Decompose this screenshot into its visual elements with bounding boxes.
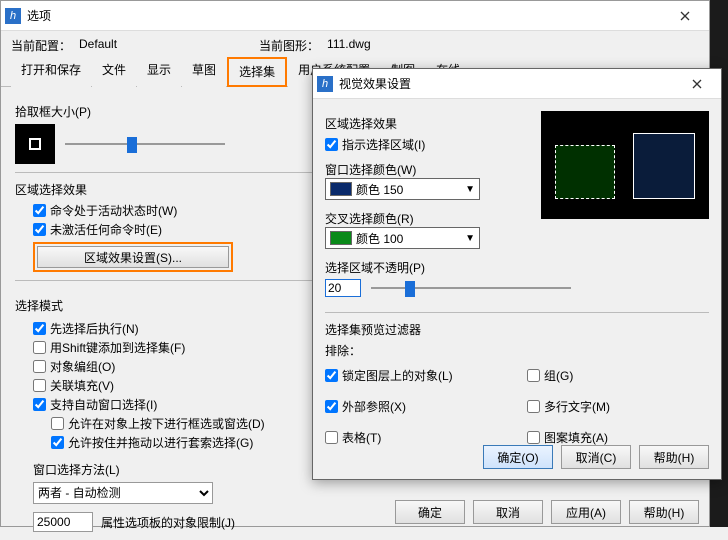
- config-value: Default: [79, 37, 259, 54]
- help-button[interactable]: 帮助(H): [629, 500, 699, 524]
- window-preview-box: [633, 133, 695, 199]
- cross-color-select[interactable]: 颜色 100 ▼: [325, 227, 480, 249]
- close-button[interactable]: [665, 2, 705, 30]
- popup-close-button[interactable]: [677, 70, 717, 98]
- chevron-down-icon: ▼: [465, 233, 475, 244]
- pickbox-slider[interactable]: [65, 134, 225, 154]
- opacity-slider[interactable]: [371, 278, 571, 298]
- tab-draft[interactable]: 草图: [182, 57, 226, 87]
- tab-selection[interactable]: 选择集: [227, 57, 287, 87]
- opacity-label: 选择区域不透明(P): [325, 259, 709, 276]
- popup-cancel-button[interactable]: 取消(C): [561, 445, 631, 469]
- tab-file[interactable]: 文件: [92, 57, 136, 87]
- tab-open-save[interactable]: 打开和保存: [11, 57, 91, 87]
- popup-body: 区域选择效果 指示选择区域(I) 窗口选择颜色(W) 颜色 150 ▼ 交叉选择…: [313, 99, 721, 456]
- filter-grid: 锁定图层上的对象(L) 组(G) 外部参照(X) 多行文字(M) 表格(T) 图…: [325, 365, 709, 448]
- chk-table[interactable]: 表格(T): [325, 429, 507, 446]
- color-swatch-icon: [330, 182, 352, 196]
- config-label: 当前配置：: [11, 37, 71, 54]
- titlebar: h 选项: [1, 1, 709, 31]
- win-method-select[interactable]: 两者 - 自动检测: [33, 482, 213, 504]
- slider-thumb[interactable]: [127, 137, 137, 153]
- info-row: 当前配置： Default 当前图形： 111.dwg: [1, 31, 709, 56]
- app-icon: h: [5, 8, 21, 24]
- apply-button[interactable]: 应用(A): [551, 500, 621, 524]
- square-icon: [29, 138, 41, 150]
- popup-titlebar: h 视觉效果设置: [313, 69, 721, 99]
- tab-display[interactable]: 显示: [137, 57, 181, 87]
- drawing-label: 当前图形：: [259, 37, 319, 54]
- window-title: 选项: [27, 7, 665, 24]
- filter-title: 选择集预览过滤器: [325, 321, 709, 338]
- close-icon: [680, 11, 690, 21]
- chk-locked[interactable]: 锁定图层上的对象(L): [325, 367, 507, 384]
- app-icon: h: [317, 76, 333, 92]
- popup-title: 视觉效果设置: [339, 75, 677, 92]
- chk-group[interactable]: 组(G): [527, 367, 709, 384]
- visual-effects-dialog: h 视觉效果设置 区域选择效果 指示选择区域(I) 窗口选择颜色(W) 颜色 1…: [312, 68, 722, 480]
- win-color-select[interactable]: 颜色 150 ▼: [325, 178, 480, 200]
- popup-ok-button[interactable]: 确定(O): [483, 445, 553, 469]
- crossing-preview-box: [555, 145, 615, 199]
- chk-xref[interactable]: 外部参照(X): [325, 398, 507, 415]
- opacity-input[interactable]: [325, 279, 361, 297]
- cancel-button[interactable]: 取消: [473, 500, 543, 524]
- popup-buttons: 确定(O) 取消(C) 帮助(H): [483, 445, 709, 469]
- chevron-down-icon: ▼: [465, 184, 475, 195]
- slider-thumb[interactable]: [405, 281, 415, 297]
- popup-help-button[interactable]: 帮助(H): [639, 445, 709, 469]
- ok-button[interactable]: 确定: [395, 500, 465, 524]
- limit-input[interactable]: [33, 512, 93, 532]
- limit-label: 属性选项板的对象限制(J): [101, 514, 235, 531]
- drawing-value: 111.dwg: [327, 37, 371, 54]
- region-btn-highlight: 区域效果设置(S)...: [33, 242, 233, 272]
- region-settings-button[interactable]: 区域效果设置(S)...: [37, 246, 229, 268]
- chk-hatch[interactable]: 图案填充(A): [527, 429, 709, 446]
- exclude-label: 排除：: [325, 342, 709, 359]
- color-swatch-icon: [330, 231, 352, 245]
- selection-preview: [541, 111, 709, 219]
- close-icon: [692, 79, 702, 89]
- dialog-buttons: 确定 取消 应用(A) 帮助(H): [395, 500, 699, 524]
- chk-mtext[interactable]: 多行文字(M): [527, 398, 709, 415]
- pickbox-preview: [15, 124, 55, 164]
